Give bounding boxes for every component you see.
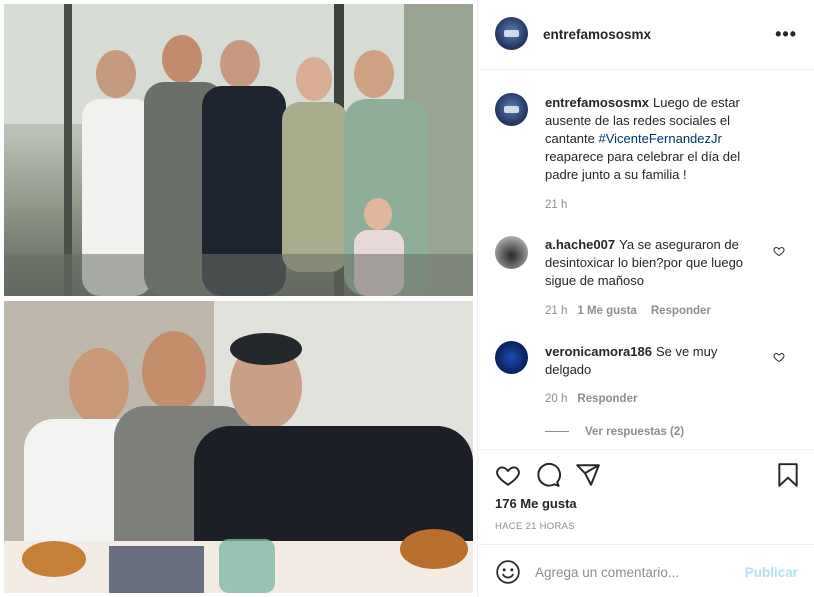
account-avatar[interactable] <box>495 17 528 50</box>
comment-like-heart-icon[interactable] <box>773 245 785 257</box>
comment-item: veronicamora186 Se ve muy delgado <box>545 343 760 379</box>
comment-icon[interactable] <box>535 462 561 488</box>
comment-username[interactable]: veronicamora186 <box>545 344 652 359</box>
comment-input[interactable] <box>535 561 735 583</box>
photo-men-at-table <box>4 301 473 593</box>
add-comment-bar: Publicar <box>478 544 814 597</box>
comment-username[interactable]: a.hache007 <box>545 237 615 252</box>
comment-meta: 20 h Responder <box>545 393 651 405</box>
more-options-icon[interactable]: ••• <box>775 24 797 45</box>
post-timestamp[interactable]: HACE 21 HORAS <box>495 521 575 532</box>
account-username[interactable]: entrefamososmx <box>543 27 651 42</box>
likes-count[interactable]: 176 Me gusta <box>495 496 577 511</box>
caption-avatar[interactable] <box>495 93 528 126</box>
caption-meta: 21 h <box>545 199 577 211</box>
comment-item: a.hache007 Ya se aseguraron de desintoxic… <box>545 236 760 290</box>
post-caption: entrefamososmx Luego de estar ausente de … <box>545 94 775 184</box>
caption-hashtag-link[interactable]: #VicenteFernandezJr <box>599 131 722 146</box>
caption-text-end: reaparece para celebrar el día del padre… <box>545 149 741 182</box>
view-replies-button[interactable]: Ver respuestas (2) <box>545 426 684 438</box>
comment-time[interactable]: 20 h <box>545 393 567 405</box>
emoji-icon[interactable] <box>495 559 521 585</box>
comment-time[interactable]: 21 h <box>545 305 567 317</box>
comments-section[interactable]: entrefamososmx Luego de estar ausente de … <box>478 71 814 449</box>
photo-family-group <box>4 4 473 296</box>
comment-avatar[interactable] <box>495 236 528 269</box>
bookmark-icon[interactable] <box>775 462 801 488</box>
publish-button[interactable]: Publicar <box>745 565 798 580</box>
comment-like-heart-icon[interactable] <box>773 351 785 363</box>
instagram-post: entrefamososmx ••• entrefamososmx Luego d… <box>0 0 814 597</box>
share-icon[interactable] <box>575 462 601 488</box>
post-header: entrefamososmx ••• <box>478 0 814 70</box>
heart-icon[interactable] <box>495 462 521 488</box>
post-media[interactable] <box>0 0 477 597</box>
comment-likes-count[interactable]: 1 Me gusta <box>577 305 636 317</box>
caption-username[interactable]: entrefamososmx <box>545 95 649 110</box>
post-side-panel: entrefamososmx ••• entrefamososmx Luego d… <box>477 0 814 597</box>
post-actions: 176 Me gusta HACE 21 HORAS <box>478 449 814 544</box>
comment-reply-button[interactable]: Responder <box>577 393 637 405</box>
comment-meta: 21 h 1 Me gusta Responder <box>545 305 725 317</box>
comment-reply-button[interactable]: Responder <box>651 305 711 317</box>
caption-time[interactable]: 21 h <box>545 199 567 211</box>
comment-avatar[interactable] <box>495 341 528 374</box>
